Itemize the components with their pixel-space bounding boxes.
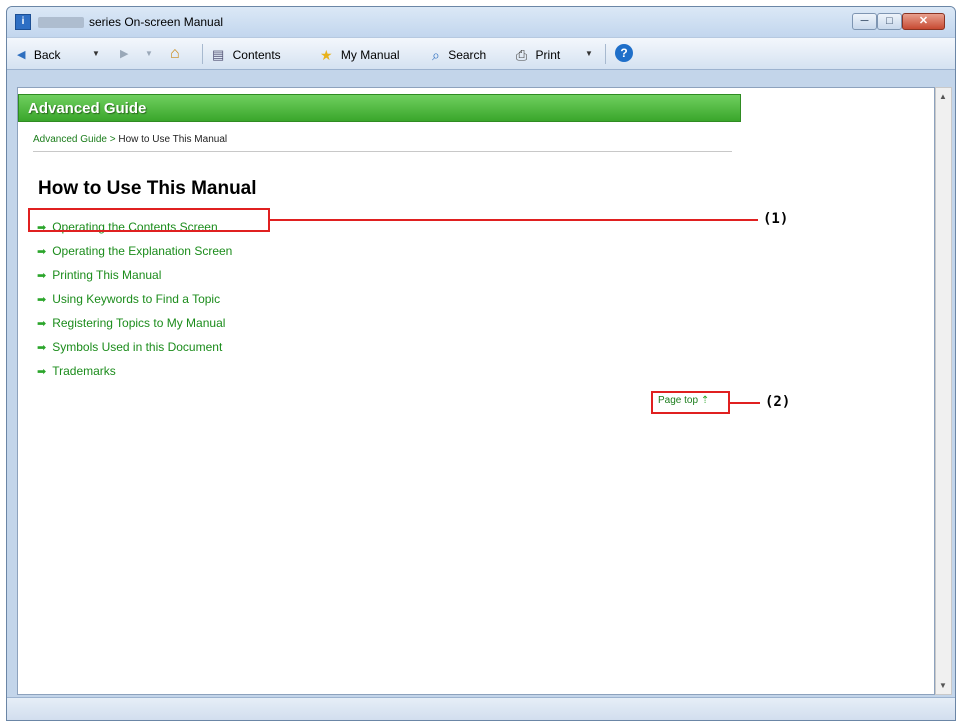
help-icon[interactable]: ? [615,44,633,62]
link-symbols-used[interactable]: ➡ Symbols Used in this Document [37,340,222,354]
minimize-button[interactable]: ─ [852,13,877,30]
link-using-keywords[interactable]: ➡ Using Keywords to Find a Topic [37,292,220,306]
green-arrow-icon: ➡ [37,318,47,330]
my-manual-button[interactable]: ★ My Manual [320,45,400,63]
green-arrow-icon: ➡ [37,366,47,378]
breadcrumb: Advanced Guide > How to Use This Manual [33,134,227,145]
print-button[interactable]: ⎙ Print [516,45,560,63]
printer-icon: ⎙ [516,46,528,63]
page-title: How to Use This Manual [38,178,257,199]
callout-highlight-2 [651,391,730,414]
green-arrow-icon: ➡ [37,342,47,354]
maximize-button[interactable]: □ [877,13,902,30]
link-label: Trademarks [52,364,116,378]
contents-label: Contents [232,47,281,62]
back-dropdown-icon[interactable]: ▼ [92,45,100,63]
callout-highlight-1 [28,208,270,232]
link-label: Printing This Manual [52,268,162,282]
contents-icon: ▤ [212,46,225,62]
toolbar-separator [605,44,606,64]
scroll-down-icon[interactable]: ▼ [939,681,947,690]
callout-label-2: (2) [765,394,791,410]
divider [33,151,732,152]
green-arrow-icon: ➡ [37,246,47,258]
forward-arrow-icon[interactable]: ▶ [120,45,128,63]
search-icon: ⌕ [432,46,440,63]
link-trademarks[interactable]: ➡ Trademarks [37,364,116,378]
section-header-title: Advanced Guide [28,100,147,117]
app-window: i series On-screen Manual ─ □ ✕ ◀ Back ▼… [6,6,956,721]
contents-button[interactable]: ▤ Contents [212,45,281,63]
callout-label-1: (1) [763,211,789,227]
toolbar-separator [202,44,203,64]
manual-app-icon: i [15,14,31,30]
link-registering-topics[interactable]: ➡ Registering Topics to My Manual [37,316,225,330]
close-button[interactable]: ✕ [902,13,945,30]
home-icon[interactable]: ⌂ [170,45,180,63]
window-title: series On-screen Manual [89,15,224,29]
search-label: Search [448,47,487,62]
section-header-bar: Advanced Guide [18,94,741,122]
link-printing-this-manual[interactable]: ➡ Printing This Manual [37,268,161,282]
green-arrow-icon: ➡ [37,270,47,282]
callout-line-2 [730,402,760,404]
link-label: Using Keywords to Find a Topic [52,292,221,306]
content-pane: Advanced Guide Advanced Guide > How to U… [17,87,935,695]
star-icon: ★ [320,46,333,63]
green-arrow-icon: ➡ [37,294,47,306]
link-label: Operating the Explanation Screen [52,244,233,258]
back-arrow-icon: ◀ [17,48,26,61]
scroll-up-icon[interactable]: ▲ [939,92,947,101]
title-redacted-model [38,17,84,28]
search-button[interactable]: ⌕ Search [432,45,486,63]
vertical-scrollbar[interactable]: ▲ ▼ [935,87,952,695]
my-manual-label: My Manual [340,47,400,62]
breadcrumb-separator: > [106,134,119,145]
print-label: Print [535,47,561,62]
title-bar[interactable]: i series On-screen Manual ─ □ ✕ [7,7,955,37]
breadcrumb-parent-link[interactable]: Advanced Guide [33,134,107,145]
breadcrumb-current: How to Use This Manual [118,134,228,145]
back-button[interactable]: ◀ Back [17,45,61,63]
print-dropdown-icon[interactable]: ▼ [585,45,593,63]
status-bar [7,697,955,720]
link-label: Symbols Used in this Document [52,340,223,354]
link-operating-explanation-screen[interactable]: ➡ Operating the Explanation Screen [37,244,232,258]
back-label: Back [33,47,61,62]
toolbar: ◀ Back ▼ ▶ ▼ ⌂ ▤ Contents ★ My Manual ⌕ … [7,37,955,70]
forward-dropdown-icon[interactable]: ▼ [145,45,153,63]
link-label: Registering Topics to My Manual [52,316,226,330]
callout-line-1 [270,219,758,221]
